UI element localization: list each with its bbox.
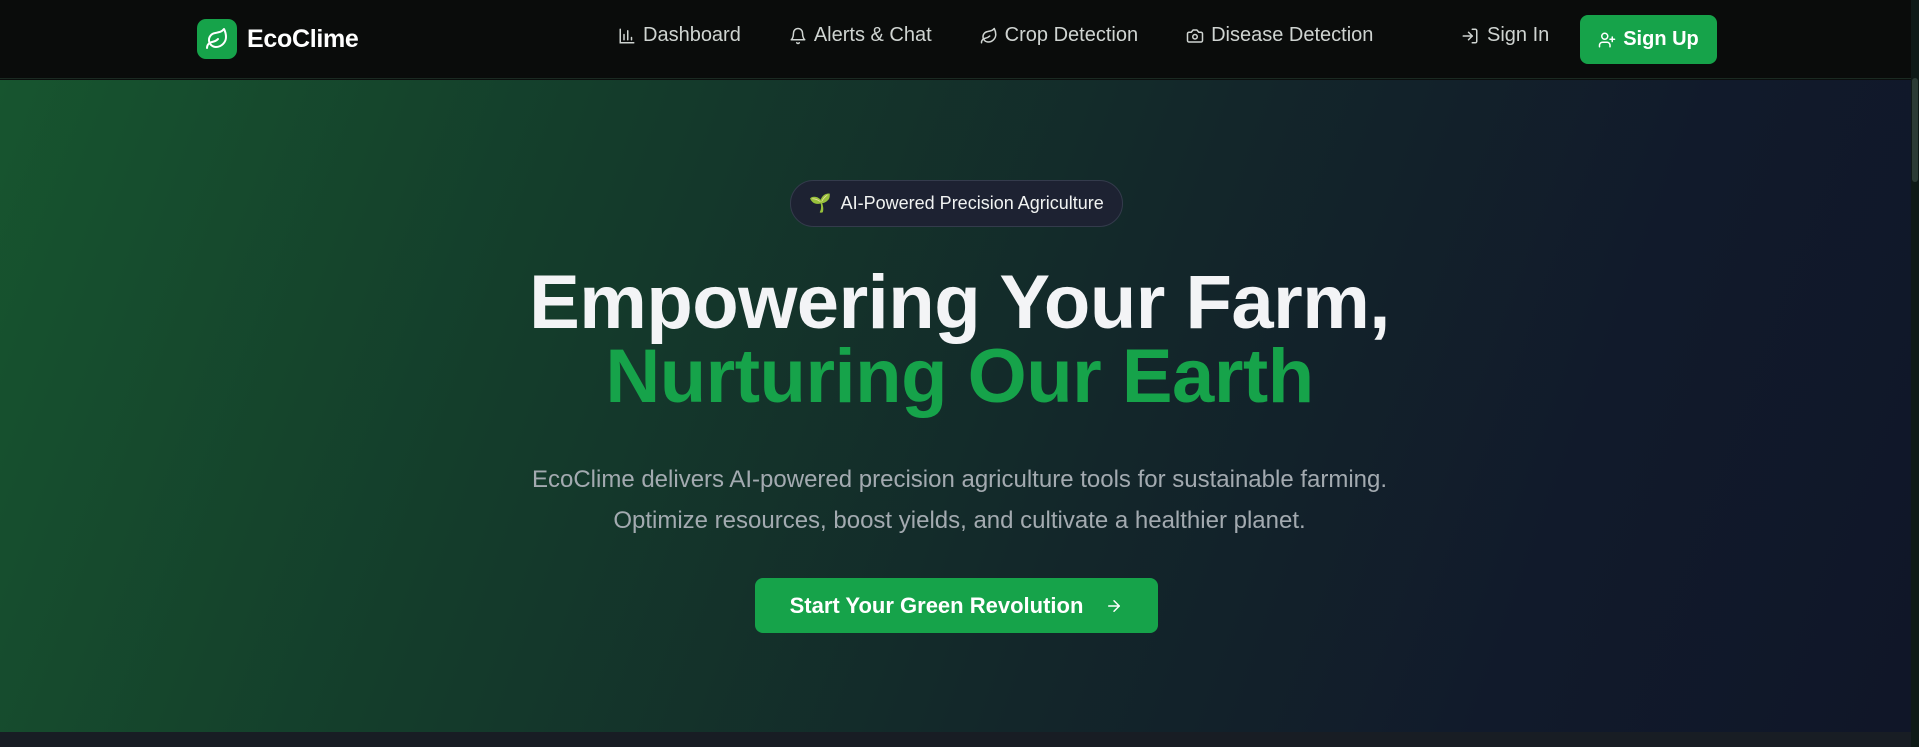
- scrollbar[interactable]: [1911, 0, 1919, 747]
- subtitle-line-1: EcoClime delivers AI-powered precision a…: [531, 466, 1388, 493]
- nav-item-label: Dashboard: [643, 24, 741, 46]
- brand-logo[interactable]: EcoClime: [197, 19, 359, 59]
- cta-label: Start Your Green Revolution: [789, 592, 1084, 618]
- leaf-icon: [197, 19, 237, 59]
- nav-item-crop-detection[interactable]: Crop Detection: [980, 24, 1138, 47]
- seedling-icon: 🌱: [809, 193, 832, 213]
- arrow-right-icon: [1108, 599, 1121, 612]
- nav-item-alerts-chat[interactable]: Alerts & Chat: [789, 24, 932, 47]
- nav-item-label: Crop Detection: [1004, 24, 1139, 46]
- camera-icon: [1186, 28, 1204, 43]
- bell-icon: [790, 27, 806, 44]
- start-green-revolution-button[interactable]: Start Your Green Revolution: [755, 578, 1158, 633]
- log-in-icon: [1462, 28, 1478, 43]
- nav-links: Dashboard Alerts & Chat Crop Detection D…: [618, 24, 1373, 47]
- sign-up-button[interactable]: Sign Up: [1580, 15, 1717, 64]
- nav-item-label: Alerts & Chat: [813, 24, 932, 46]
- sign-in-label: Sign In: [1487, 24, 1550, 46]
- headline-line-1: Empowering Your Farm,: [529, 260, 1390, 345]
- navbar: EcoClime Dashboard Alerts & Chat Crop De…: [0, 0, 1919, 79]
- subtitle-line-2: Optimize resources, boost yields, and cu…: [613, 507, 1306, 534]
- headline-line-2: Nurturing Our Earth: [605, 334, 1314, 419]
- hero-headline: Empowering Your Farm, Nurturing Our Eart…: [0, 260, 1919, 419]
- hero-subtitle: EcoClime delivers AI-powered precision a…: [0, 459, 1919, 541]
- scrollbar-thumb[interactable]: [1912, 78, 1918, 182]
- hero-badge-label: AI-Powered Precision Agriculture: [840, 193, 1104, 213]
- sign-in-link[interactable]: Sign In: [1461, 24, 1549, 47]
- leaf-icon: [980, 27, 997, 43]
- bar-chart-icon: [619, 28, 635, 43]
- hero-badge: 🌱 AI-Powered Precision Agriculture: [790, 180, 1123, 227]
- user-plus-icon: [1598, 32, 1616, 47]
- nav-item-disease-detection[interactable]: Disease Detection: [1186, 24, 1373, 47]
- nav-item-label: Disease Detection: [1211, 24, 1374, 46]
- page: EcoClime Dashboard Alerts & Chat Crop De…: [0, 0, 1919, 747]
- brand-name: EcoClime: [247, 24, 359, 53]
- next-section-edge: [0, 732, 1919, 747]
- sign-up-label: Sign Up: [1623, 28, 1699, 50]
- nav-item-dashboard[interactable]: Dashboard: [618, 24, 741, 47]
